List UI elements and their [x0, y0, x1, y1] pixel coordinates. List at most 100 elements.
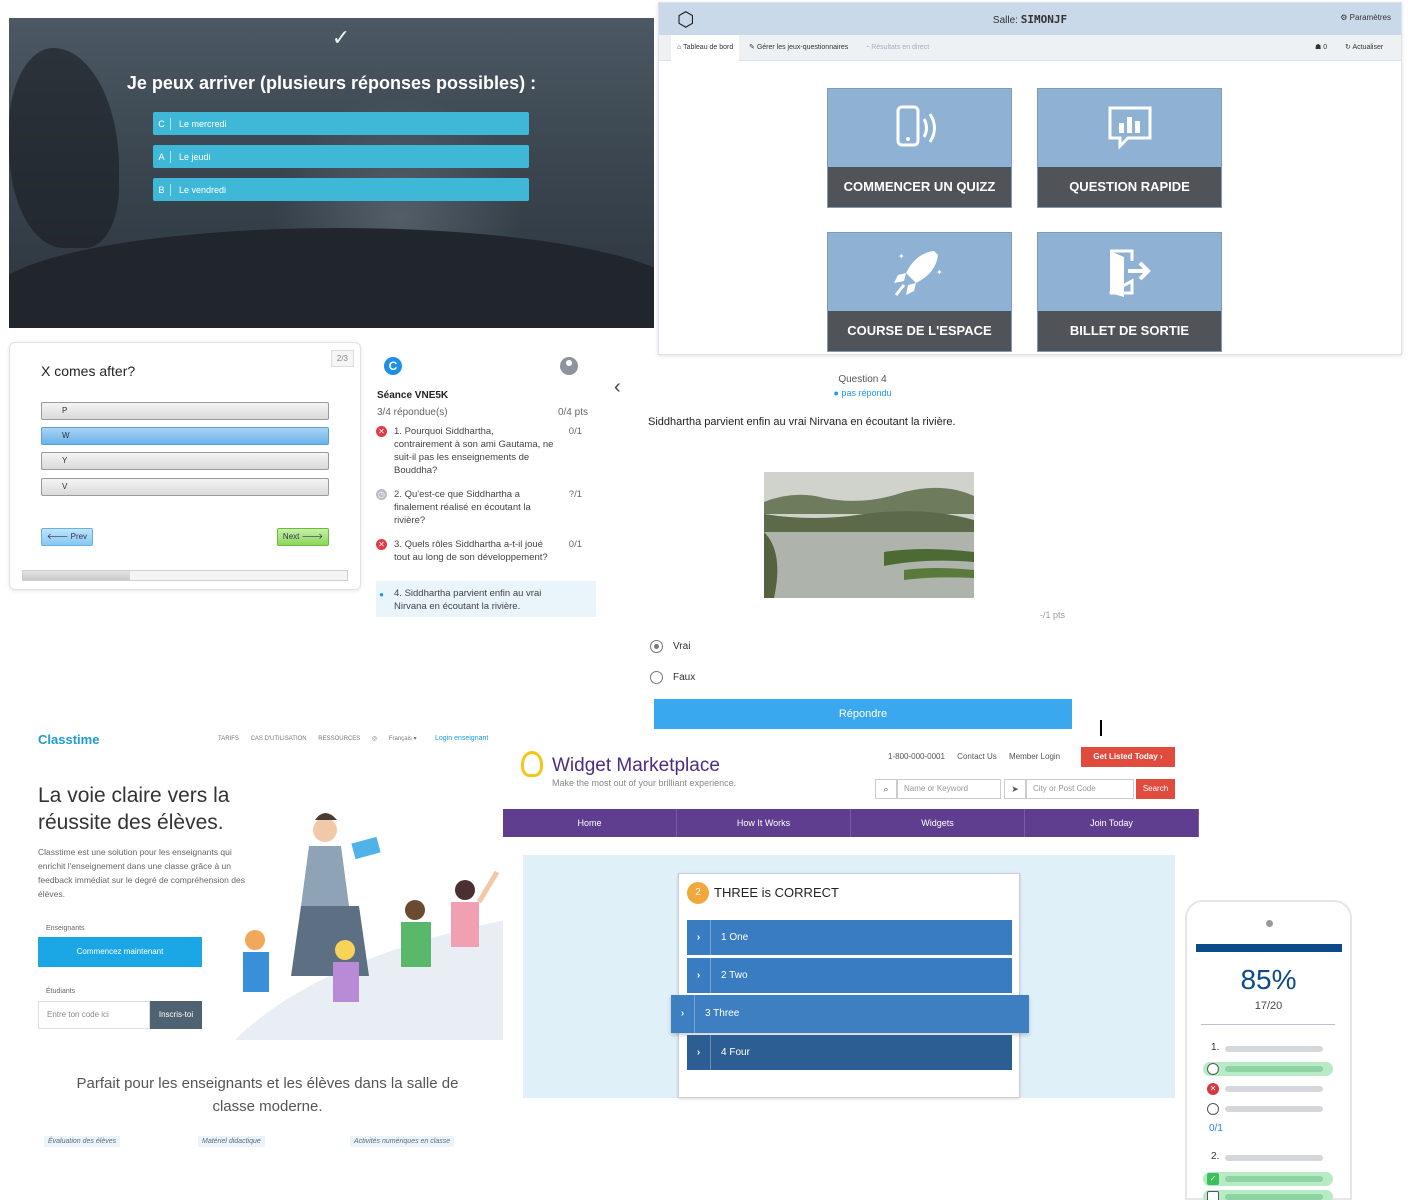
menu-home[interactable]: Home: [503, 809, 677, 837]
answer-option-selected[interactable]: W: [41, 427, 329, 445]
question-number: 3.: [394, 539, 402, 550]
option-label: Vrai: [673, 641, 691, 653]
svg-text:✦: ✦: [936, 268, 943, 277]
answer-option[interactable]: › 2 Two: [687, 958, 1012, 993]
option-label: Le mercredi: [179, 118, 227, 129]
answer-option[interactable]: A Le jeudi: [153, 145, 529, 168]
brand-logo[interactable]: Classtime: [38, 732, 99, 747]
space-race-button[interactable]: ✦ ✦ COURSE DE L'ESPACE: [827, 232, 1012, 352]
nav-resources[interactable]: RESSOURCES: [318, 736, 360, 742]
refresh-button[interactable]: ↻ Actualiser: [1339, 35, 1389, 61]
refresh-icon: ↻: [1345, 44, 1351, 51]
nav-use-cases[interactable]: CAS D'UTILISATION: [251, 736, 307, 742]
question-item[interactable]: ◷ 2. Qu'est-ce que Siddhartha a finaleme…: [376, 488, 596, 526]
river-photo: [764, 472, 974, 598]
text-cursor: [1100, 720, 1102, 736]
question-text-placeholder: [1225, 1155, 1323, 1161]
option-label: 2 Two: [721, 970, 748, 981]
menu-widgets[interactable]: Widgets: [851, 809, 1025, 837]
keyword-input[interactable]: Name or Keyword: [897, 779, 1001, 799]
nav-language[interactable]: ◎ Français ▾: [372, 736, 427, 742]
code-input[interactable]: Entre ton code ici: [38, 1001, 150, 1029]
exit-ticket-button[interactable]: BILLET DE SORTIE: [1037, 232, 1222, 352]
start-now-button[interactable]: Commencez maintenant: [38, 937, 202, 967]
question-score: ?/1: [568, 489, 582, 500]
svg-text:✦: ✦: [898, 252, 905, 261]
tab-manage-quizzes[interactable]: ✎ Gérer les jeux-questionnaires: [743, 35, 854, 61]
prev-button[interactable]: 🡐 Prev: [41, 528, 93, 546]
answer-row-correct: [1203, 1190, 1333, 1200]
question-text: Siddhartha parvient enfin au vrai Nirvan…: [394, 588, 542, 612]
menu-join-today[interactable]: Join Today: [1025, 809, 1199, 837]
tab-dashboard[interactable]: ⌂ Tableau de bord: [671, 35, 740, 61]
answer-option[interactable]: B Le vendredi: [153, 178, 529, 201]
exit-door-icon: [1038, 233, 1221, 311]
question-text: Pourquoi Siddhartha, contrairement à son…: [394, 426, 554, 476]
checkbox-checked-icon: ✓: [1207, 1173, 1219, 1185]
prev-label: Prev: [70, 532, 88, 541]
quiz-card: 2 THREE is CORRECT › 1 One › 2 Two › 3 Thre…: [671, 873, 1029, 1098]
next-button[interactable]: Next 🡒: [277, 528, 329, 546]
wrong-icon: ✕: [376, 539, 387, 550]
member-login-link[interactable]: Member Login: [1009, 752, 1060, 761]
answer-option[interactable]: C Le mercredi: [153, 112, 529, 135]
students-label: Étudiants: [46, 988, 76, 995]
top-nav: TARIFS CAS D'UTILISATION RESSOURCES ◎ Fr…: [218, 735, 437, 742]
question-number-badge: 2: [687, 882, 709, 904]
top-bar: ⬡ Salle: SIMONJF ⚙ Paramètres: [659, 3, 1401, 35]
answer-line: [1225, 1194, 1323, 1200]
tab-live-results[interactable]: ◔ Résultats en direct: [859, 35, 935, 61]
signup-button[interactable]: Inscris-toi: [150, 1001, 202, 1029]
get-listed-label: Get Listed Today: [1093, 752, 1158, 761]
answer-option[interactable]: › 1 One: [687, 920, 1012, 955]
option-true[interactable]: Vrai: [650, 640, 690, 653]
answer-option[interactable]: › 4 Four: [687, 1035, 1012, 1070]
answer-row-correct: ✓: [1203, 1172, 1333, 1186]
option-false[interactable]: Faux: [650, 671, 695, 684]
submit-answer-button[interactable]: Répondre: [654, 699, 1072, 729]
home-icon: ⌂: [677, 44, 682, 51]
question-item[interactable]: ✕ 1. Pourquoi Siddhartha, contrairement …: [376, 425, 596, 476]
x-comes-after-quiz: X comes after? 2/3 P W Y V 🡐 Prev Next 🡒: [9, 342, 361, 590]
answer-status: ● pas répondu: [833, 388, 892, 398]
get-listed-button[interactable]: Get Listed Today ›: [1081, 747, 1175, 767]
language-label: Français ▾: [388, 736, 417, 742]
teachers-label: Enseignants: [46, 925, 85, 932]
background-hill: [9, 228, 654, 328]
search-button[interactable]: Search: [1136, 779, 1175, 799]
answer-option-highlighted[interactable]: › 3 Three: [671, 995, 1029, 1033]
site-title[interactable]: Widget Marketplace: [552, 755, 720, 777]
answer-option[interactable]: Y: [41, 452, 329, 470]
option-label: 1 One: [721, 932, 749, 943]
question-number: 2.: [1211, 1151, 1220, 1162]
radio-icon: [1207, 1103, 1219, 1115]
feature-student-assessment[interactable]: Évaluation des élèves: [44, 1136, 121, 1147]
quick-question-button[interactable]: QUESTION RAPIDE: [1037, 88, 1222, 208]
start-quiz-button[interactable]: COMMENCER UN QUIZZ: [827, 88, 1012, 208]
question-item[interactable]: ✕ 3. Quels rôles Siddhartha a-t-il joué …: [376, 538, 596, 576]
chevron-right-icon: ›: [1159, 752, 1163, 761]
question-number: 1.: [1211, 1042, 1220, 1053]
answer-option[interactable]: V: [41, 478, 329, 496]
question-item-current[interactable]: ● 4. Siddhartha parvient enfin au vrai N…: [376, 581, 596, 617]
search-icon: ⌕: [875, 779, 897, 799]
teacher-login-link[interactable]: Login enseignant: [435, 735, 488, 742]
question-statement: Siddhartha parvient enfin au vrai Nirvan…: [648, 416, 956, 428]
score-fraction: 17/20: [1254, 1000, 1283, 1012]
question-number: 2.: [394, 489, 402, 500]
question-title: Je peux arriver (plusieurs réponses poss…: [126, 73, 537, 93]
settings-link[interactable]: ⚙ Paramètres: [1340, 13, 1391, 22]
city-input[interactable]: City or Post Code: [1026, 779, 1134, 799]
feature-teaching-material[interactable]: Matériel didactique: [198, 1136, 265, 1147]
tab-label: Résultats en direct: [871, 44, 930, 51]
gear-icon: ⚙: [1340, 13, 1348, 22]
contact-link[interactable]: Contact Us: [957, 752, 997, 761]
phone-signal-icon: [828, 89, 1011, 167]
nav-pricing[interactable]: TARIFS: [218, 736, 239, 742]
feature-digital-activities[interactable]: Activités numériques en classe: [350, 1136, 455, 1147]
progress-bar: [22, 570, 348, 581]
user-avatar-icon[interactable]: [560, 357, 578, 375]
menu-how-it-works[interactable]: How It Works: [677, 809, 851, 837]
description: Classtime est une solution pour les ense…: [38, 847, 245, 899]
answer-option[interactable]: P: [41, 402, 329, 420]
